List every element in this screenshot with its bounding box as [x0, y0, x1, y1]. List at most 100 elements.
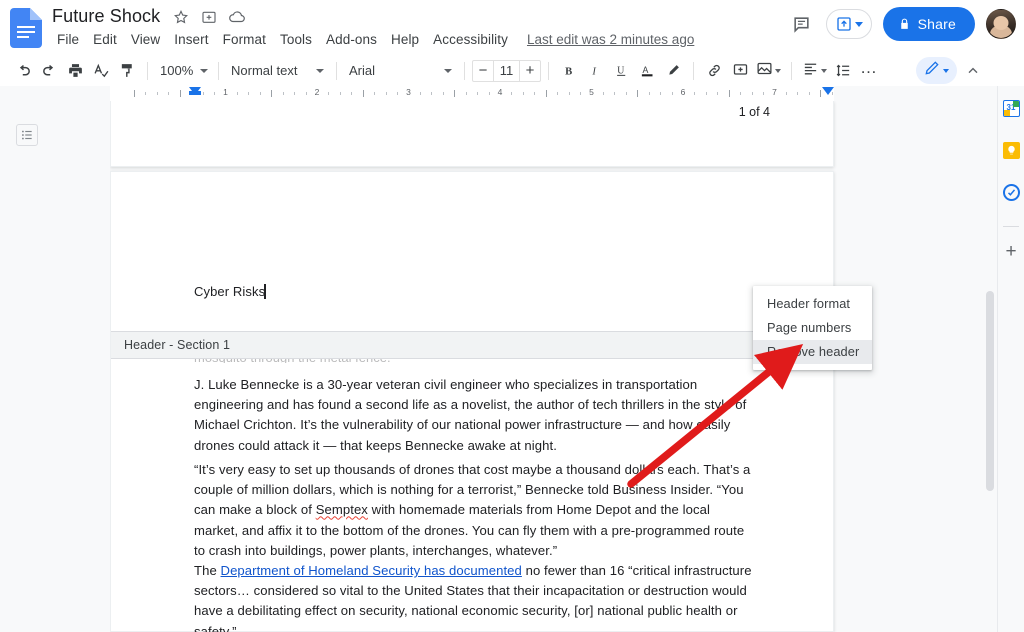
ruler-tick [134, 90, 135, 97]
menu-edit[interactable]: Edit [86, 30, 124, 49]
link-icon[interactable] [701, 58, 727, 84]
ruler-track[interactable]: 1 2 3 4 5 6 7 [110, 86, 834, 101]
chevron-down-icon [854, 21, 863, 27]
highlight-pen-icon[interactable] [660, 58, 686, 84]
paragraph-bennecke-intro[interactable]: J. Luke Bennecke is a 30-year veteran ci… [194, 375, 754, 456]
insert-image-button[interactable] [753, 58, 784, 84]
avatar[interactable] [986, 9, 1016, 39]
chevron-down-icon [821, 68, 827, 73]
scrollbar-thumb[interactable] [986, 291, 994, 491]
right-indent-marker[interactable] [822, 87, 834, 95]
print-icon[interactable] [62, 58, 88, 84]
star-icon[interactable] [171, 7, 190, 26]
zoom-level-select[interactable]: 100% [155, 59, 211, 83]
ruler-tick [248, 92, 250, 95]
document-canvas[interactable]: 1 of 4 Cyber Risks Header - Section 1 Op… [110, 101, 997, 632]
page-title[interactable]: Future Shock [50, 5, 162, 28]
horizontal-ruler[interactable]: 1 2 3 4 5 6 7 [0, 86, 997, 101]
previous-page[interactable]: 1 of 4 [110, 101, 834, 167]
ruler-number: 3 [404, 87, 413, 97]
top-bar-actions: Share [789, 7, 1016, 41]
menu-file[interactable]: File [50, 30, 86, 49]
paragraph-dhs[interactable]: The Department of Homeland Security has … [194, 561, 754, 632]
font-size-increase-button[interactable]: + [520, 61, 540, 81]
document-outline-icon[interactable] [16, 124, 38, 146]
google-calendar-icon[interactable]: 31 [1001, 98, 1021, 118]
menu-format[interactable]: Format [216, 30, 273, 49]
undo-icon[interactable] [10, 58, 36, 84]
more-options-button[interactable]: … [856, 58, 882, 84]
spellcheck-icon[interactable] [88, 58, 114, 84]
menu-item-remove-header[interactable]: Remove header [753, 340, 872, 364]
font-size-input[interactable]: 11 [493, 60, 520, 81]
google-keep-icon[interactable] [1001, 140, 1021, 160]
ruler-number: 2 [312, 87, 322, 97]
redo-icon[interactable] [36, 58, 62, 84]
header-section-bar: Header - Section 1 Options [111, 331, 835, 359]
last-edit-status[interactable]: Last edit was 2 minutes ago [527, 32, 694, 47]
bold-button[interactable]: B [556, 58, 582, 84]
formatting-toolbar: 100% Normal text Arial − 11 + B I U A … [0, 55, 1024, 86]
menu-insert[interactable]: Insert [167, 30, 215, 49]
docs-logo-icon[interactable] [10, 8, 42, 48]
paint-format-icon[interactable] [114, 58, 140, 84]
ruler-tick [545, 90, 547, 97]
ruler-tick [465, 92, 467, 95]
ruler-tick [671, 92, 673, 95]
menu-tools[interactable]: Tools [273, 30, 319, 49]
calendar-date-label: 31 [1006, 103, 1016, 112]
collapse-toolbar-icon[interactable] [960, 58, 986, 84]
menu-item-header-format[interactable]: Header format [753, 292, 872, 316]
cloud-saved-icon[interactable] [227, 7, 246, 26]
share-button[interactable]: Share [882, 7, 975, 41]
menu-view[interactable]: View [124, 30, 167, 49]
ruler-tick [385, 92, 387, 95]
line-spacing-icon[interactable] [830, 58, 856, 84]
comment-icon[interactable] [789, 11, 815, 37]
ruler-tick [454, 90, 456, 97]
misspelled-word[interactable]: Semptex [316, 502, 368, 517]
ruler-tick [488, 92, 490, 95]
svg-text:I: I [591, 66, 596, 77]
paragraph-style-select[interactable]: Normal text [226, 59, 329, 83]
toolbar-divider [791, 61, 792, 80]
ruler-tick [271, 90, 273, 97]
add-comment-icon[interactable] [727, 58, 753, 84]
ruler-tick [751, 92, 753, 95]
current-page[interactable]: Cyber Risks Header - Section 1 Options m… [110, 171, 835, 632]
menu-accessibility[interactable]: Accessibility [426, 30, 515, 49]
italic-button[interactable]: I [582, 58, 608, 84]
ruler-tick [145, 92, 147, 95]
font-size-decrease-button[interactable]: − [473, 61, 493, 81]
font-family-select[interactable]: Arial [344, 59, 457, 83]
move-to-folder-icon[interactable] [199, 7, 218, 26]
ruler-tick [797, 92, 799, 95]
ruler-number: 4 [495, 87, 505, 97]
paragraph-drone-quote[interactable]: “It’s very easy to set up thousands of d… [194, 460, 754, 561]
google-tasks-icon[interactable] [1001, 182, 1021, 202]
left-indent-marker[interactable] [189, 87, 201, 95]
svg-text:A: A [642, 65, 648, 75]
ruler-tick [419, 92, 421, 95]
paragraph-text: J. Luke Bennecke is a 30-year veteran ci… [194, 377, 747, 453]
zoom-level-value: 100% [160, 63, 194, 78]
menu-help[interactable]: Help [384, 30, 426, 49]
ruler-tick [728, 90, 730, 97]
document-header-text[interactable]: Cyber Risks [194, 284, 266, 299]
edit-mode-button[interactable] [916, 57, 957, 84]
underline-button[interactable]: U [608, 58, 634, 84]
add-addon-button[interactable]: + [1005, 242, 1016, 261]
present-button[interactable] [825, 9, 872, 39]
ruler-tick [202, 92, 204, 95]
align-button[interactable] [799, 58, 830, 84]
ruler-tick [625, 92, 627, 95]
font-family-value: Arial [349, 63, 376, 78]
ruler-tick [305, 92, 307, 95]
text-color-button[interactable]: A [634, 58, 660, 84]
menu-add-ons[interactable]: Add-ons [319, 30, 384, 49]
document-hyperlink[interactable]: Department of Homeland Security has docu… [221, 563, 522, 578]
menu-item-page-numbers[interactable]: Page numbers [753, 316, 872, 340]
vertical-scrollbar[interactable] [983, 101, 997, 632]
document-body[interactable]: mosquito through the metal fence. J. Luk… [111, 359, 835, 632]
ruler-tick [168, 92, 170, 95]
